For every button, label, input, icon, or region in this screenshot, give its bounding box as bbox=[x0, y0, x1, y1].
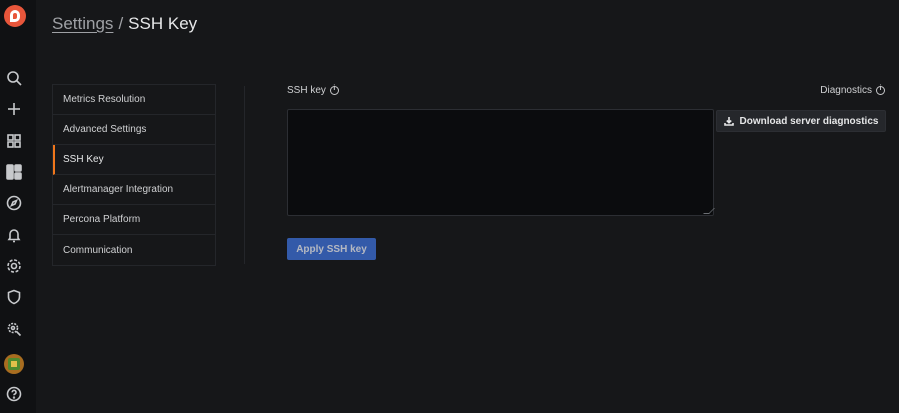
breadcrumb-separator: / bbox=[118, 14, 124, 33]
breadcrumb-current: SSH Key bbox=[128, 14, 198, 33]
dashboards-icon[interactable] bbox=[5, 132, 23, 150]
ssh-key-input[interactable] bbox=[287, 109, 714, 216]
gear-icon[interactable] bbox=[5, 257, 23, 275]
apply-ssh-key-button[interactable]: Apply SSH key bbox=[287, 238, 376, 260]
side-nav bbox=[0, 0, 36, 413]
alert-bell-icon[interactable] bbox=[5, 226, 23, 244]
tab-alertmanager-integration[interactable]: Alertmanager Integration bbox=[53, 175, 215, 205]
page-title: Settings / SSH Key bbox=[52, 14, 197, 34]
info-icon[interactable] bbox=[329, 85, 339, 95]
ssh-key-label: SSH key bbox=[287, 85, 339, 96]
ssh-key-label-text: SSH key bbox=[287, 85, 326, 96]
section-divider bbox=[244, 86, 245, 264]
tab-percona-platform[interactable]: Percona Platform bbox=[53, 205, 215, 235]
plus-icon[interactable] bbox=[5, 100, 23, 118]
tab-communication[interactable]: Communication bbox=[53, 235, 215, 265]
info-icon[interactable] bbox=[876, 85, 885, 95]
percona-logo-icon[interactable] bbox=[4, 5, 26, 27]
search-icon[interactable] bbox=[5, 69, 23, 87]
tab-metrics-resolution[interactable]: Metrics Resolution bbox=[53, 85, 215, 115]
diagnostics-label-text: Diagnostics bbox=[820, 85, 872, 96]
panels-icon[interactable] bbox=[5, 163, 23, 181]
inventory-icon[interactable] bbox=[5, 320, 23, 338]
breadcrumb-settings-link[interactable]: Settings bbox=[52, 14, 113, 33]
shield-icon[interactable] bbox=[5, 288, 23, 306]
download-diagnostics-label: Download server diagnostics bbox=[739, 115, 879, 127]
settings-tab-list: Metrics Resolution Advanced Settings SSH… bbox=[52, 84, 216, 266]
help-icon[interactable] bbox=[5, 385, 23, 403]
user-avatar[interactable] bbox=[4, 354, 24, 374]
diagnostics-label: Diagnostics bbox=[820, 85, 885, 96]
explore-icon[interactable] bbox=[5, 194, 23, 212]
download-diagnostics-button[interactable]: Download server diagnostics bbox=[716, 110, 886, 132]
tab-advanced-settings[interactable]: Advanced Settings bbox=[53, 115, 215, 145]
download-icon bbox=[723, 117, 734, 126]
tab-ssh-key[interactable]: SSH Key bbox=[53, 145, 215, 175]
